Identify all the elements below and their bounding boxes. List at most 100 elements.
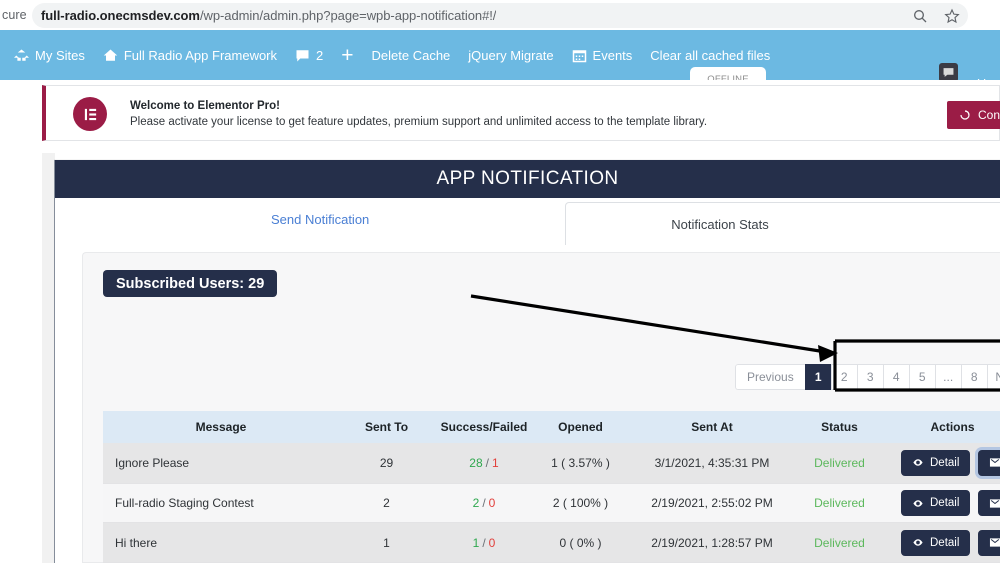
pagination-page-5[interactable]: 5 — [908, 364, 935, 390]
star-icon[interactable] — [944, 8, 960, 24]
users-button[interactable]: Users — [978, 449, 1000, 476]
cell-opened: 1 ( 3.57% ) — [551, 455, 610, 470]
stats-panel: Subscribed Users: 29 Previous 1 2 3 4 5 … — [82, 252, 1000, 563]
omnibox[interactable]: full-radio.onecmsdev.com/wp-admin/admin.… — [32, 3, 968, 28]
comment-count: 2 — [316, 47, 324, 63]
browser-toolbar: cure full-radio.onecmsdev.com/wp-admin/a… — [0, 0, 1000, 30]
app-notification-card: APP NOTIFICATION Send Notification Notif… — [55, 160, 1000, 563]
cell-success-failed: 28/1 — [434, 443, 534, 483]
adminbar-label: jQuery Migrate — [468, 47, 554, 63]
cell-status: Delivered — [797, 484, 882, 523]
slash: / — [482, 535, 486, 550]
adminbar-label: My Sites — [35, 47, 85, 63]
detail-button-label: Detail — [930, 497, 960, 510]
table-row: Ignore Please 29 28/1 1 ( 3.57% ) 3/1/2021, … — [103, 443, 1000, 483]
pagination-page-8[interactable]: 8 — [960, 364, 987, 390]
card-header: APP NOTIFICATION — [55, 160, 1000, 198]
pagination-page-4[interactable]: 4 — [882, 364, 909, 390]
slash: / — [482, 496, 486, 511]
detail-button[interactable]: Detail — [901, 529, 971, 556]
cell-actions: Detail Users — [882, 443, 1000, 483]
column-header-success-failed: Success/Failed — [440, 420, 528, 434]
search-icon[interactable] — [912, 8, 928, 24]
tab-notification-stats[interactable]: Notification Stats — [565, 202, 1000, 245]
adminbar-label: Clear all cached files — [650, 47, 771, 63]
success-count: 1 — [472, 535, 480, 550]
column-header-opened: Opened — [558, 420, 603, 434]
notice-area: Welcome to Elementor Pro! Please activat… — [0, 80, 1000, 145]
status-badge: Delivered — [814, 496, 865, 511]
connect-activate-button[interactable]: Connect & A — [947, 101, 1000, 129]
notification-stats-table: Message Sent To Success/Failed Opened Se… — [103, 411, 1000, 563]
pagination: Previous 1 2 3 4 5 ... 8 N — [735, 364, 1000, 390]
adminbar-label: Full Radio App Framework — [123, 47, 278, 63]
tab-bar: Send Notification Notification Stats — [55, 198, 1000, 245]
pagination-page-1[interactable]: 1 — [804, 364, 831, 390]
detail-button[interactable]: Detail — [901, 449, 971, 476]
failed-count: 1 — [492, 455, 499, 470]
envelope-icon — [990, 458, 1000, 467]
pagination-next[interactable]: N — [986, 364, 1000, 390]
url-text[interactable]: full-radio.onecmsdev.com/wp-admin/admin.… — [32, 8, 496, 23]
failed-count: 0 — [488, 535, 496, 550]
elementor-notice: Welcome to Elementor Pro! Please activat… — [42, 85, 1000, 141]
url-path: /wp-admin/admin.php?page=wpb-app-notific… — [199, 8, 497, 23]
plus-icon: + — [341, 43, 354, 67]
pagination-page-2[interactable]: 2 — [830, 364, 857, 390]
column-header-message: Message — [195, 420, 247, 434]
envelope-icon — [990, 498, 1000, 508]
cell-sent-to: 29 — [379, 455, 394, 470]
adminbar-item-comments[interactable]: 2 — [286, 30, 332, 80]
notice-text: Please activate your license to get feat… — [130, 116, 708, 128]
pagination-previous[interactable]: Previous — [735, 364, 805, 390]
page-title: APP NOTIFICATION — [436, 168, 619, 189]
adminbar-item-jquery-migrate[interactable]: jQuery Migrate — [459, 30, 562, 80]
calendar-icon — [572, 49, 586, 62]
adminbar-item-delete-cache[interactable]: Delete Cache — [363, 30, 460, 80]
tab-notification-stats-label: Notification Stats — [671, 216, 769, 232]
security-label: cure — [2, 8, 27, 22]
adminbar-item-my-sites[interactable]: My Sites — [0, 30, 94, 80]
detail-button-label: Detail — [930, 536, 960, 549]
cell-message: Ignore Please — [115, 455, 190, 470]
pagination-page-3[interactable]: 3 — [856, 364, 883, 390]
envelope-icon — [990, 538, 1000, 547]
table-row: Full-radio Staging Contest 2 2/0 2 ( 100% )… — [103, 482, 1000, 523]
wp-admin-bar: My Sites Full Radio App Framework 2 + De… — [0, 30, 1000, 107]
slash: / — [485, 455, 489, 470]
eye-icon — [913, 459, 923, 467]
table-row: Hi there 1 1/0 0 ( 0% ) 2/19/2021, 1:28:57 P… — [103, 522, 1000, 563]
detail-button-label: Detail — [930, 456, 960, 469]
pagination-ellipsis: ... — [934, 364, 961, 390]
detail-button[interactable]: Detail — [901, 490, 971, 517]
column-header-sent-to: Sent To — [364, 420, 409, 434]
cell-message: Hi there — [115, 535, 158, 550]
screen: cure full-radio.onecmsdev.com/wp-admin/a… — [0, 0, 1000, 563]
cell-success-failed: 1/0 — [434, 523, 534, 562]
eye-icon — [913, 499, 923, 507]
home-icon — [103, 49, 118, 61]
connect-activate-label: Connect & A — [978, 108, 1000, 122]
column-header-status: Status — [821, 420, 858, 434]
users-button[interactable]: Users — [978, 490, 1000, 517]
users-button[interactable]: Users — [978, 529, 1000, 556]
adminbar-item-new[interactable]: + — [332, 30, 362, 80]
status-badge: Delivered — [814, 455, 865, 470]
tab-send-notification[interactable]: Send Notification — [271, 212, 369, 227]
cell-actions: Detail Users — [882, 523, 1000, 562]
cell-status: Delivered — [797, 523, 882, 562]
cell-message: Full-radio Staging Contest — [115, 496, 254, 511]
sites-icon — [14, 49, 29, 61]
cell-opened: 2 ( 100% ) — [552, 496, 609, 511]
notice-title: Welcome to Elementor Pro! — [130, 100, 280, 112]
cell-success-failed: 2/0 — [434, 484, 534, 523]
adminbar-item-events[interactable]: Events — [563, 30, 642, 80]
elementor-icon — [73, 97, 107, 131]
cell-sent-at: 2/19/2021, 1:28:57 PM — [651, 535, 773, 550]
cell-sent-to: 1 — [383, 535, 390, 550]
success-count: 2 — [472, 496, 480, 511]
column-header-sent-at: Sent At — [691, 420, 733, 434]
adminbar-item-site-name[interactable]: Full Radio App Framework — [94, 30, 286, 80]
cell-sent-to: 2 — [383, 496, 390, 511]
table-header-row: Message Sent To Success/Failed Opened Se… — [103, 411, 1000, 443]
